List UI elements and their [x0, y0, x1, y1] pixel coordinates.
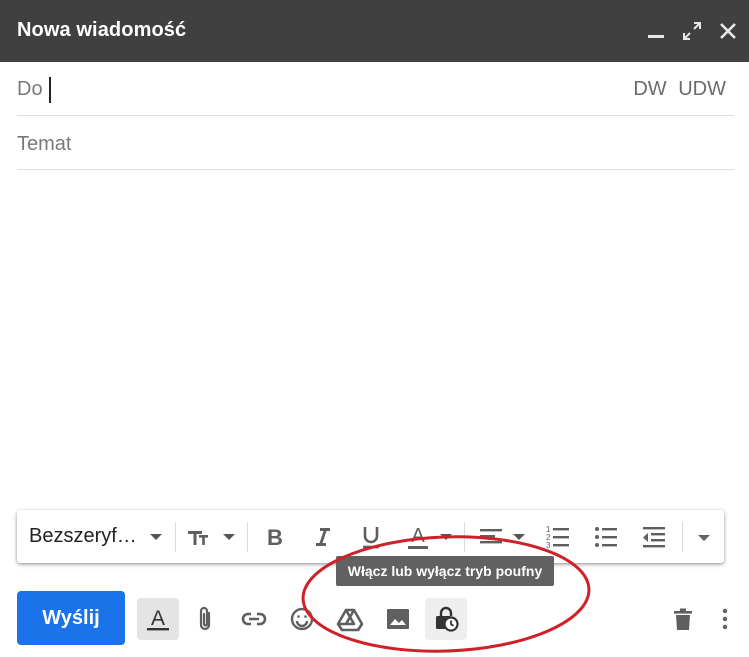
minimize-icon[interactable] — [643, 18, 669, 44]
svg-text:A: A — [151, 607, 165, 630]
confidential-mode-icon[interactable] — [425, 598, 467, 640]
subject-field-row — [17, 116, 734, 170]
font-select[interactable]: Bezszeryf… — [29, 525, 137, 548]
toolbar-separator — [464, 522, 465, 552]
tooltip: Włącz lub wyłącz tryb poufny — [336, 556, 554, 586]
toolbar-separator — [247, 522, 248, 552]
attach-icon[interactable] — [185, 598, 227, 640]
underline-icon[interactable] — [356, 522, 386, 552]
fullscreen-icon[interactable] — [679, 18, 705, 44]
indent-less-icon[interactable] — [639, 522, 669, 552]
cc-link[interactable]: DW — [633, 78, 666, 100]
bold-icon[interactable]: B — [260, 522, 290, 552]
toolbar-separator — [682, 522, 683, 552]
more-formatting-icon[interactable] — [689, 522, 719, 552]
text-color-dropdown-icon — [440, 534, 452, 540]
svg-text:B: B — [267, 525, 283, 550]
compose-header[interactable]: Nowa wiadomość — [0, 0, 749, 62]
compose-window: Nowa wiadomość Do DW UDW Bezszery — [0, 0, 749, 657]
photo-icon[interactable] — [377, 598, 419, 640]
close-icon[interactable] — [715, 18, 741, 44]
italic-icon[interactable] — [308, 522, 338, 552]
to-field-row[interactable]: Do DW UDW — [17, 62, 734, 116]
text-size-dropdown-icon — [223, 534, 235, 540]
svg-text:3: 3 — [546, 541, 551, 550]
numbered-list-icon[interactable]: 1 2 3 — [543, 522, 573, 552]
send-button[interactable]: Wyślij — [17, 591, 125, 645]
bcc-link[interactable]: UDW — [678, 78, 726, 100]
bulleted-list-icon[interactable] — [591, 522, 621, 552]
text-color-icon[interactable]: A — [403, 522, 433, 552]
drive-icon[interactable] — [329, 598, 371, 640]
compose-title: Nowa wiadomość — [17, 19, 187, 41]
more-options-icon[interactable] — [704, 598, 746, 640]
formatting-options-icon[interactable]: A — [137, 598, 179, 640]
delete-icon[interactable] — [662, 598, 704, 640]
text-size-icon[interactable] — [185, 522, 215, 552]
align-dropdown-icon — [513, 534, 525, 540]
link-icon[interactable] — [233, 598, 275, 640]
svg-text:A: A — [411, 525, 425, 547]
message-body[interactable] — [17, 172, 734, 502]
font-select-label: Bezszeryf… — [29, 525, 137, 547]
emoji-icon[interactable] — [281, 598, 323, 640]
subject-input[interactable] — [17, 131, 617, 157]
toolbar-separator — [175, 522, 176, 552]
align-icon[interactable] — [476, 522, 506, 552]
font-dropdown-icon — [150, 534, 162, 540]
to-label: Do — [17, 78, 43, 100]
text-cursor — [49, 77, 51, 103]
cc-bcc-links: DW UDW — [627, 78, 726, 101]
